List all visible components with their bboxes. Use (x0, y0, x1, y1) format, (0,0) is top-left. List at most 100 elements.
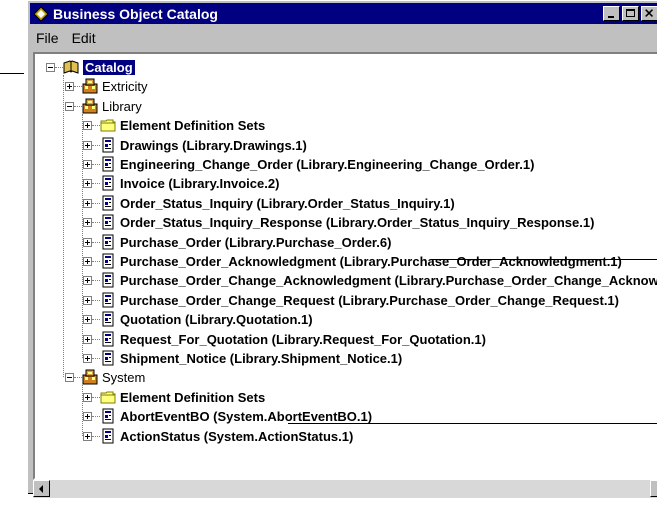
tree-item-label: Engineering_Change_Order (Library.Engine… (120, 156, 535, 172)
document-icon (102, 175, 114, 191)
expand-toggle-icon[interactable] (65, 82, 74, 91)
tree-item-label: Quotation (Library.Quotation.1) (120, 311, 313, 327)
minimize-icon (608, 16, 614, 18)
tree-item-label: AbortEventBO (System.AbortEventBO.1) (120, 408, 373, 424)
tree-item-extricity[interactable]: Extricity (82, 76, 148, 96)
tree-item-label: Invoice (Library.Invoice.2) (120, 175, 280, 191)
tree-connector (74, 106, 82, 107)
collapse-toggle-icon[interactable] (65, 102, 74, 111)
tree-item-label: System (102, 369, 146, 385)
tree-connector (92, 125, 100, 126)
document-icon (102, 234, 114, 250)
building-icon (82, 98, 98, 114)
document-icon (102, 253, 114, 269)
catalog-window: Business Object Catalog File Edit Catalog… (27, 0, 657, 498)
tree-connector (92, 183, 100, 184)
collapse-toggle-icon[interactable] (46, 63, 55, 72)
tree-item-label: Library (102, 98, 142, 114)
close-button[interactable] (641, 6, 657, 21)
catalog-app-icon (33, 5, 49, 22)
document-icon (102, 408, 114, 424)
building-icon (82, 78, 98, 94)
tree-item-label: Purchase_Order_Change_Acknowledgment (Li… (120, 272, 657, 288)
scroll-left-button[interactable] (33, 480, 50, 497)
tree-connector (92, 358, 100, 359)
tree-item-label: Purchase_Order_Change_Request (Library.P… (120, 292, 619, 308)
tree-connector (92, 416, 100, 417)
expand-toggle-icon[interactable] (83, 141, 92, 150)
expand-toggle-icon[interactable] (83, 179, 92, 188)
tree-connector (55, 67, 63, 68)
expand-toggle-icon[interactable] (83, 412, 92, 421)
tree-connector (74, 377, 82, 378)
tree-item-system[interactable]: System (82, 367, 145, 387)
tree-item-purchase_order_change_acknowledgment[interactable]: Purchase_Order_Change_Acknowledgment (Li… (100, 270, 657, 290)
expand-toggle-icon[interactable] (83, 160, 92, 169)
document-icon (102, 156, 114, 172)
expand-toggle-icon[interactable] (83, 393, 92, 402)
scroll-right-button[interactable] (650, 480, 657, 497)
expand-toggle-icon[interactable] (83, 296, 92, 305)
maximize-button[interactable] (622, 6, 639, 21)
tree-item-catalog[interactable]: Catalog (63, 57, 135, 77)
menu-file[interactable]: File (30, 30, 66, 46)
document-icon (102, 272, 114, 288)
tree-item-engineering_change_order[interactable]: Engineering_Change_Order (Library.Engine… (100, 154, 534, 174)
tree-connector (92, 300, 100, 301)
building-icon (82, 369, 98, 385)
tree-item-order_status_inquiry_response[interactable]: Order_Status_Inquiry_Response (Library.O… (100, 212, 594, 232)
tree-item-invoice[interactable]: Invoice (Library.Invoice.2) (100, 173, 279, 193)
collapse-toggle-icon[interactable] (65, 373, 74, 382)
catalog-book-icon (63, 60, 79, 74)
maximize-icon (626, 9, 635, 17)
tree-item-order_status_inquiry[interactable]: Order_Status_Inquiry (Library.Order_Stat… (100, 193, 455, 213)
tree-connector (92, 203, 100, 204)
tree-item-quotation[interactable]: Quotation (Library.Quotation.1) (100, 309, 313, 329)
tree-connector (92, 222, 100, 223)
document-icon (102, 137, 114, 153)
tree-item-label: Purchase_Order_Acknowledgment (Library.P… (120, 253, 622, 269)
document-icon (102, 214, 114, 230)
expand-toggle-icon[interactable] (83, 199, 92, 208)
tree-item-element[interactable]: Element Definition Sets (100, 387, 265, 407)
expand-toggle-icon[interactable] (83, 257, 92, 266)
tree-item-actionstatus[interactable]: ActionStatus (System.ActionStatus.1) (100, 426, 353, 446)
document-icon (102, 311, 114, 327)
tree-connector (92, 145, 100, 146)
expand-toggle-icon[interactable] (83, 276, 92, 285)
horizontal-scrollbar[interactable] (33, 480, 657, 498)
expand-toggle-icon[interactable] (83, 432, 92, 441)
tree-connector (63, 75, 64, 377)
title-bar[interactable]: Business Object Catalog (30, 3, 657, 24)
minimize-button[interactable] (603, 6, 620, 21)
callout-line-system-element-sets (288, 423, 657, 424)
expand-toggle-icon[interactable] (83, 121, 92, 130)
tree-item-library[interactable]: Library (82, 96, 142, 116)
tree-item-purchase_order_change_request[interactable]: Purchase_Order_Change_Request (Library.P… (100, 290, 619, 310)
window-title: Business Object Catalog (53, 5, 218, 22)
tree-connector (92, 319, 100, 320)
tree-item-element[interactable]: Element Definition Sets (100, 115, 265, 135)
catalog-tree-panel: Catalog Extricity Library Element Definitio… (33, 52, 657, 480)
tree-connector (92, 261, 100, 262)
tree-item-shipment_notice[interactable]: Shipment_Notice (Library.Shipment_Notice… (100, 348, 402, 368)
expand-toggle-icon[interactable] (83, 238, 92, 247)
expand-toggle-icon[interactable] (83, 335, 92, 344)
expand-toggle-icon[interactable] (83, 218, 92, 227)
arrow-left-icon (39, 485, 43, 493)
expand-toggle-icon[interactable] (83, 315, 92, 324)
menu-bar: File Edit (30, 27, 657, 48)
tree-item-label: Drawings (Library.Drawings.1) (120, 137, 307, 153)
document-icon (102, 195, 114, 211)
menu-edit[interactable]: Edit (66, 30, 103, 46)
tree-item-purchase_order_acknowledgment[interactable]: Purchase_Order_Acknowledgment (Library.P… (100, 251, 622, 271)
tree-item-request_for_quotation[interactable]: Request_For_Quotation (Library.Request_F… (100, 329, 486, 349)
tree-connector (74, 86, 82, 87)
tree-item-purchase_order[interactable]: Purchase_Order (Library.Purchase_Order.6… (100, 232, 391, 252)
expand-toggle-icon[interactable] (83, 354, 92, 363)
tree-item-label: Element Definition Sets (120, 389, 266, 405)
tree-item-drawings[interactable]: Drawings (Library.Drawings.1) (100, 135, 307, 155)
tree-item-label: Order_Status_Inquiry (Library.Order_Stat… (120, 195, 455, 211)
tree-item-label: Shipment_Notice (Library.Shipment_Notice… (120, 350, 403, 366)
callout-line-purchase-order (431, 259, 657, 260)
